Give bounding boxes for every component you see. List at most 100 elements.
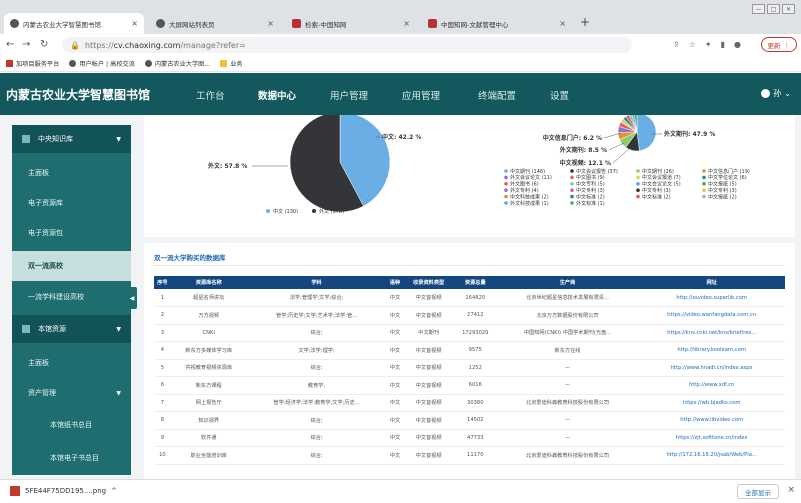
table-cell: 中国知网(CNKI) 中国学术期刊(光盘... xyxy=(496,324,639,342)
maximize-icon[interactable]: □ xyxy=(767,4,780,14)
sidebar-group-central-kb[interactable]: 中央知识库 ▼ xyxy=(12,125,131,153)
share-icon[interactable]: ⇪ xyxy=(673,40,680,49)
table-cell: 10 xyxy=(154,446,171,465)
table-cell: 164820 xyxy=(453,289,497,307)
sidebar-item-print-catalog[interactable]: 本馆纸书总目 xyxy=(12,410,131,440)
back-icon[interactable]: ← xyxy=(6,39,14,50)
legend-marker xyxy=(504,175,508,180)
table-cell: 北京世纪超星信息技术发展有限责... xyxy=(496,289,639,307)
table-row: 7 网上报告厅 管学;经济学;法学;教育学;文学;历史... 中文 中文音视频 30380… xyxy=(154,394,785,412)
sidebar-item-ebook-catalog[interactable]: 本馆电子书总目 xyxy=(12,443,131,473)
tab-title: 中国知网-文献管理中心 xyxy=(441,20,509,29)
legend-label: 中文期刊 (26) xyxy=(642,168,674,175)
table-cell-url[interactable]: http://172.16.15.20/jsab/Web/Pla... xyxy=(638,446,785,465)
table-cell-url[interactable]: http://www.xdf.cn xyxy=(638,376,785,395)
legend-marker xyxy=(570,201,574,205)
legend-marker xyxy=(636,194,640,199)
close-icon[interactable]: × xyxy=(131,19,138,28)
table-cell-url[interactable]: https://zjt.softtone.cn/index xyxy=(638,429,785,447)
sidepanel-icon[interactable]: ▮ xyxy=(721,40,725,49)
close-icon[interactable]: × xyxy=(267,19,274,28)
tab-library[interactable]: 内蒙古农业大学智慧图书馆 × xyxy=(4,13,144,34)
extension-icon[interactable]: ✦ xyxy=(705,40,712,49)
close-icon[interactable]: × xyxy=(559,19,566,28)
profile-icon[interactable]: ● xyxy=(734,40,741,49)
column-header: 语种 xyxy=(386,276,404,289)
sidebar-item-double-first-class[interactable]: 双一流高校 xyxy=(12,251,131,281)
table-body: 1 超星名师讲坛 法学;管理学;文学;综合; 中文 中文音视频 164820 北京世纪超星信… xyxy=(154,289,785,465)
table-cell-url[interactable]: http://www.hnadl.cn/index.aspx xyxy=(638,359,785,377)
menu-dots-icon: ⋮ xyxy=(783,40,791,49)
sidebar-item-dashboard[interactable]: 主面板 xyxy=(12,158,131,188)
legend-label: 中文专利 (3) xyxy=(576,187,605,194)
sidebar-item-asset-management[interactable]: 资产管理 ▼ xyxy=(12,378,131,408)
menu-terminal-config[interactable]: 终端配置 xyxy=(478,88,516,102)
bookmarks-bar: 加项目服务平台 用户帐户 | 高校交流 内蒙古农业大学图... 业务 xyxy=(0,56,801,72)
slice-label: 中文信息门户: 6.2 % xyxy=(543,134,602,142)
table-cell: 综合; xyxy=(246,429,387,447)
tab-screens[interactable]: 大屏网站列表页 × xyxy=(150,13,280,34)
tab-cnki-search[interactable]: 检索-中国知网 × xyxy=(286,13,416,34)
menu-workbench[interactable]: 工作台 xyxy=(196,88,225,102)
table-cell: 11170 xyxy=(453,446,497,465)
bookmark-item[interactable]: 加项目服务平台 xyxy=(6,59,59,68)
menu-settings[interactable]: 设置 xyxy=(550,88,569,102)
bookmark-item[interactable]: 内蒙古农业大学图... xyxy=(144,59,210,68)
column-header: 生产商 xyxy=(496,276,639,289)
sidebar-group-local-resources[interactable]: 本馆资源 ▼ xyxy=(12,315,131,343)
table-cell-url[interactable]: https://kns.cnki.net/kns/brief/res... xyxy=(638,324,785,342)
table-cell: — xyxy=(496,359,639,377)
address-bar-row: ← → ↻ 🔒 https://cv.chaoxing.com/manage?r… xyxy=(0,34,801,56)
menu-app-management[interactable]: 应用管理 xyxy=(402,88,440,102)
menu-data-center[interactable]: 数据中心 xyxy=(258,88,296,102)
table-cell: 文学;法学;理学; xyxy=(246,341,387,360)
chevron-up-icon[interactable]: ^ xyxy=(111,487,117,495)
menu-user-management[interactable]: 用户管理 xyxy=(330,88,368,102)
bookmark-folder[interactable]: 业务 xyxy=(220,59,243,68)
url-field[interactable]: 🔒 https://cv.chaoxing.com/manage?refer= xyxy=(62,37,632,53)
table-cell-url[interactable]: http://ssvideo.superlib.com xyxy=(638,289,785,307)
bookmark-label: 加项目服务平台 xyxy=(16,61,60,68)
table-row: 1 超星名师讲坛 法学;管理学;文学;综合; 中文 中文音视频 164820 北京世纪超星信… xyxy=(154,289,785,307)
close-window-icon[interactable]: ✕ xyxy=(782,4,795,14)
table-cell: 综合; xyxy=(246,324,387,342)
user-menu[interactable]: 孙 ⌄ xyxy=(761,88,791,99)
slice-label: 中文: 42.2 % xyxy=(382,133,421,141)
table-cell: 14502 xyxy=(453,411,497,430)
sidebar-item-e-resources[interactable]: 电子资源库 xyxy=(12,188,131,218)
bookmark-item[interactable]: 用户帐户 | 高校交流 xyxy=(69,59,135,68)
sidebar-item-local-dashboard[interactable]: 主面板 xyxy=(12,348,131,378)
table-cell: 中文音视频 xyxy=(403,359,454,377)
table-cell-url[interactable]: https://wb.bjadks.com xyxy=(638,394,785,412)
legend-label: 中文期刊 (146) xyxy=(510,168,545,175)
table-cell: 综合; xyxy=(246,411,387,430)
table-cell-url[interactable]: https://video.wanfangdata.com.cn xyxy=(638,306,785,325)
browser-tab-bar: 内蒙古农业大学智慧图书馆 × 大屏网站列表页 × 检索-中国知网 × 中国知网-… xyxy=(0,0,801,34)
tab-cnki-manage[interactable]: 中国知网-文献管理中心 × xyxy=(422,13,572,34)
sidebar-item-first-class-discipline[interactable]: 一流学科建设高校 xyxy=(12,282,131,312)
legend-label: 中文学位论文 (6) xyxy=(708,174,747,181)
table-cell: 3 xyxy=(154,324,171,342)
table-cell: 北京爱迪科森教育科技股份有限公司 xyxy=(496,446,639,465)
download-item[interactable]: 5FE44F75DD195....png ^ xyxy=(10,486,117,496)
update-button[interactable]: 更新 ⋮ xyxy=(760,37,797,52)
reload-icon[interactable]: ↻ xyxy=(40,39,48,50)
sidebar-collapse-toggle[interactable]: ◀ xyxy=(127,287,137,309)
forward-icon[interactable]: → xyxy=(22,39,30,50)
minimize-icon[interactable]: — xyxy=(752,4,765,14)
table-cell-url[interactable]: http://library.koolearn.com xyxy=(638,341,785,360)
close-icon[interactable]: × xyxy=(403,19,410,28)
sidebar-item-e-packages[interactable]: 电子资源包 xyxy=(12,218,131,248)
close-icon[interactable]: × xyxy=(787,485,795,495)
table-cell-url[interactable]: http://www.libvideo.com xyxy=(638,411,785,430)
legend-label: 中文会议报告 (37) xyxy=(576,168,618,175)
table-row: 4 新东方多媒体学习库 文学;法学;理学; 中文 中文音视频 9575 新东方在线 http:… xyxy=(154,341,785,360)
table-cell: 中文 xyxy=(386,376,404,395)
table-cell: 综合; xyxy=(246,359,387,377)
legend-label: 中文标准 (2) xyxy=(642,193,671,200)
new-tab-icon[interactable]: + xyxy=(580,15,590,29)
lock-icon: 🔒 xyxy=(70,40,80,50)
star-icon[interactable]: ☆ xyxy=(689,40,696,49)
show-all-button[interactable]: 全部显示 xyxy=(737,484,779,499)
url-host: cv.chaoxing.com xyxy=(113,40,181,50)
